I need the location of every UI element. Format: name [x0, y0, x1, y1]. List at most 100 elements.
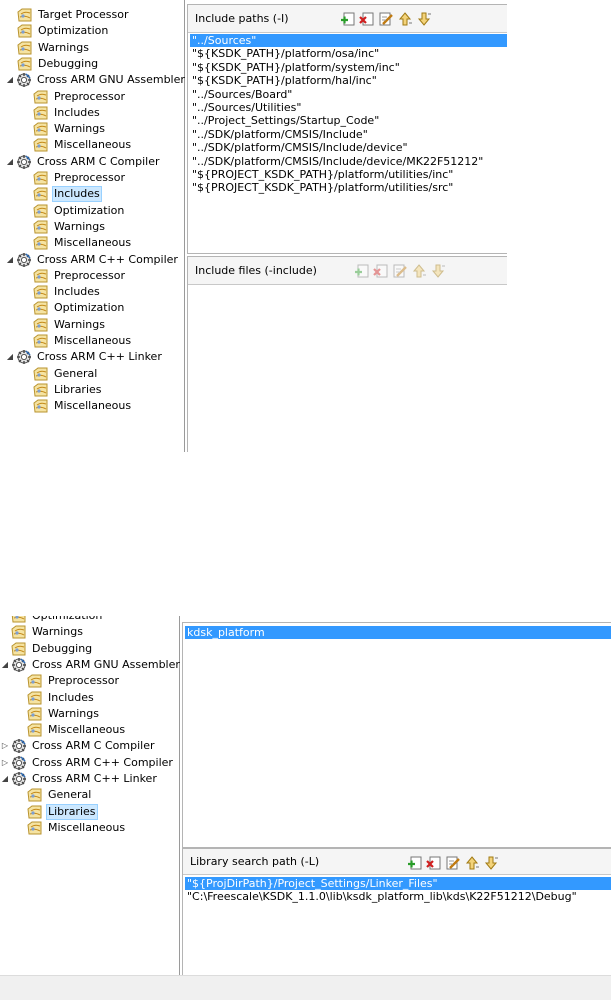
- tree-item-miscellaneous[interactable]: Miscellaneous: [27, 722, 127, 738]
- tree-item-includes[interactable]: Includes: [33, 105, 102, 121]
- tree-item-label: Includes: [48, 690, 94, 704]
- tree-item-cross-arm-c-compiler[interactable]: ▷ Cross ARM C++ Compiler: [0, 755, 175, 771]
- list-item[interactable]: "${KSDK_PATH}/platform/system/inc": [190, 61, 507, 74]
- libraries-list[interactable]: kdsk_platform: [185, 626, 611, 640]
- move-up-icon[interactable]: [411, 263, 427, 279]
- tree-item-optimization[interactable]: Optimization: [11, 616, 104, 624]
- collapse-arrow-icon[interactable]: ◢: [4, 252, 16, 268]
- tree-item-includes[interactable]: Includes: [33, 284, 102, 300]
- settings-page-icon: [17, 40, 33, 56]
- tree-item-warnings[interactable]: Warnings: [17, 40, 91, 56]
- tree-item-libraries[interactable]: Libraries: [27, 803, 98, 820]
- tree-item-preprocessor[interactable]: Preprocessor: [33, 89, 127, 105]
- include-paths-toolbar: [340, 11, 432, 27]
- collapse-arrow-icon[interactable]: ◢: [4, 349, 16, 365]
- edit-icon[interactable]: [445, 855, 461, 871]
- tree-item-warnings[interactable]: Warnings: [33, 317, 107, 333]
- tree-item-label: Preprocessor: [54, 171, 126, 184]
- list-item[interactable]: kdsk_platform: [185, 626, 611, 640]
- tree-item-optimization[interactable]: Optimization: [17, 23, 110, 39]
- list-item[interactable]: "${ProjDirPath}/Project_Settings/Linker_…: [185, 877, 611, 891]
- tree-item-general[interactable]: General: [27, 787, 93, 803]
- expand-arrow-icon[interactable]: ▷: [0, 738, 11, 754]
- list-item[interactable]: "../Project_Settings/Startup_Code": [190, 114, 507, 127]
- list-item[interactable]: "../Sources": [190, 34, 507, 48]
- list-item[interactable]: "C:\Freescale\KSDK_1.1.0\lib\ksdk_platfo…: [185, 890, 611, 903]
- tree-item-libraries[interactable]: Libraries: [33, 382, 104, 398]
- tree-item-label: Target Processor: [38, 8, 129, 21]
- list-item[interactable]: "../SDK/platform/CMSIS/Include": [190, 128, 507, 141]
- tree-item-label: Cross ARM GNU Assembler: [32, 657, 180, 671]
- add-icon[interactable]: [407, 855, 423, 871]
- collapse-arrow-icon[interactable]: ◢: [0, 657, 11, 673]
- tree-item-miscellaneous[interactable]: Miscellaneous: [33, 398, 133, 414]
- collapse-arrow-icon[interactable]: ◢: [0, 771, 11, 787]
- tree-item-label: Miscellaneous: [54, 138, 132, 152]
- tree-item-cross-arm-c-linker[interactable]: ◢ Cross ARM C++ Linker: [4, 349, 164, 365]
- list-item[interactable]: "${PROJECT_KSDK_PATH}/platform/utilities…: [190, 181, 507, 194]
- tree-item-label: Cross ARM GNU Assembler: [37, 73, 185, 87]
- delete-icon[interactable]: [426, 855, 442, 871]
- delete-icon[interactable]: [359, 11, 375, 27]
- edit-icon[interactable]: [392, 263, 408, 279]
- list-item[interactable]: "../SDK/platform/CMSIS/Include/device/MK…: [190, 155, 507, 168]
- move-down-icon[interactable]: [483, 855, 499, 871]
- tree-item-warnings[interactable]: Warnings: [33, 219, 107, 235]
- tree-item-optimization[interactable]: Optimization: [33, 300, 126, 316]
- tool-gear-icon: [11, 738, 27, 754]
- collapse-arrow-icon[interactable]: ◢: [4, 72, 16, 88]
- list-item[interactable]: "${KSDK_PATH}/platform/hal/inc": [190, 74, 507, 87]
- tree-item-cross-arm-c-linker[interactable]: ◢ Cross ARM C++ Linker: [0, 771, 159, 787]
- tree-item-warnings[interactable]: Warnings: [27, 706, 101, 722]
- tree-item-preprocessor[interactable]: Preprocessor: [33, 170, 127, 186]
- tree-item-miscellaneous[interactable]: Miscellaneous: [33, 333, 133, 349]
- move-up-icon[interactable]: [464, 855, 480, 871]
- tree-item-miscellaneous[interactable]: Miscellaneous: [27, 820, 127, 836]
- delete-icon[interactable]: [373, 263, 389, 279]
- tree-item-includes[interactable]: Includes: [27, 690, 96, 706]
- list-item[interactable]: "${PROJECT_KSDK_PATH}/platform/utilities…: [190, 168, 507, 181]
- expand-arrow-icon[interactable]: ▷: [0, 755, 11, 771]
- settings-page-icon: [33, 300, 49, 316]
- settings-page-icon: [17, 7, 33, 23]
- include-paths-header: Include paths (-I): [188, 5, 507, 33]
- tree-item-debugging[interactable]: Debugging: [11, 641, 94, 657]
- tree-item-label: Miscellaneous: [54, 236, 132, 250]
- tree-item-debugging[interactable]: Debugging: [17, 56, 100, 72]
- settings-page-icon: [11, 641, 27, 657]
- tree-item-cross-arm-gnu-assembler[interactable]: ◢ Cross ARM GNU Assembler: [0, 657, 182, 673]
- tree-item-miscellaneous[interactable]: Miscellaneous: [33, 235, 133, 251]
- tree-item-includes[interactable]: Includes: [33, 186, 102, 203]
- tree-item-label: Cross ARM C++ Compiler: [37, 252, 178, 266]
- add-icon[interactable]: [354, 263, 370, 279]
- settings-page-icon: [33, 382, 49, 398]
- move-up-icon[interactable]: [397, 11, 413, 27]
- list-item[interactable]: "../Sources/Utilities": [190, 101, 507, 114]
- settings-page-icon: [33, 235, 49, 251]
- tree-item-cross-arm-c-compiler[interactable]: ▷ Cross ARM C Compiler: [0, 738, 157, 754]
- tree-item-label: Preprocessor: [48, 674, 120, 688]
- tree-item-target-processor[interactable]: Target Processor: [17, 7, 131, 23]
- move-down-icon[interactable]: [416, 11, 432, 27]
- add-icon[interactable]: [340, 11, 356, 27]
- edit-icon[interactable]: [378, 11, 394, 27]
- tree-item-preprocessor[interactable]: Preprocessor: [27, 673, 121, 689]
- collapse-arrow-icon[interactable]: ◢: [4, 154, 16, 170]
- tree-item-general[interactable]: General: [33, 366, 99, 382]
- tree-item-miscellaneous[interactable]: Miscellaneous: [33, 137, 133, 153]
- tree-item-warnings[interactable]: Warnings: [11, 624, 85, 640]
- list-item[interactable]: "${KSDK_PATH}/platform/osa/inc": [190, 47, 507, 60]
- tree-item-preprocessor[interactable]: Preprocessor: [33, 268, 127, 284]
- settings-page-icon: [33, 284, 49, 300]
- move-down-icon[interactable]: [430, 263, 446, 279]
- library-search-path-list[interactable]: "${ProjDirPath}/Project_Settings/Linker_…: [185, 877, 611, 904]
- tree-item-warnings[interactable]: Warnings: [33, 121, 107, 137]
- list-item[interactable]: "../Sources/Board": [190, 88, 507, 101]
- tree-item-cross-arm-gnu-assembler[interactable]: ◢ Cross ARM GNU Assembler: [4, 72, 187, 88]
- tree-item-cross-arm-c-compiler[interactable]: ◢ Cross ARM C++ Compiler: [4, 252, 180, 268]
- top-settings-view: Target Processor Optimization Warnings Debu…: [0, 0, 507, 452]
- tree-item-cross-arm-c-compiler[interactable]: ◢ Cross ARM C Compiler: [4, 154, 162, 170]
- tree-item-optimization[interactable]: Optimization: [33, 203, 126, 219]
- list-item[interactable]: "../SDK/platform/CMSIS/Include/device": [190, 141, 507, 154]
- include-paths-list[interactable]: "../Sources" "${KSDK_PATH}/platform/osa/i…: [190, 34, 507, 195]
